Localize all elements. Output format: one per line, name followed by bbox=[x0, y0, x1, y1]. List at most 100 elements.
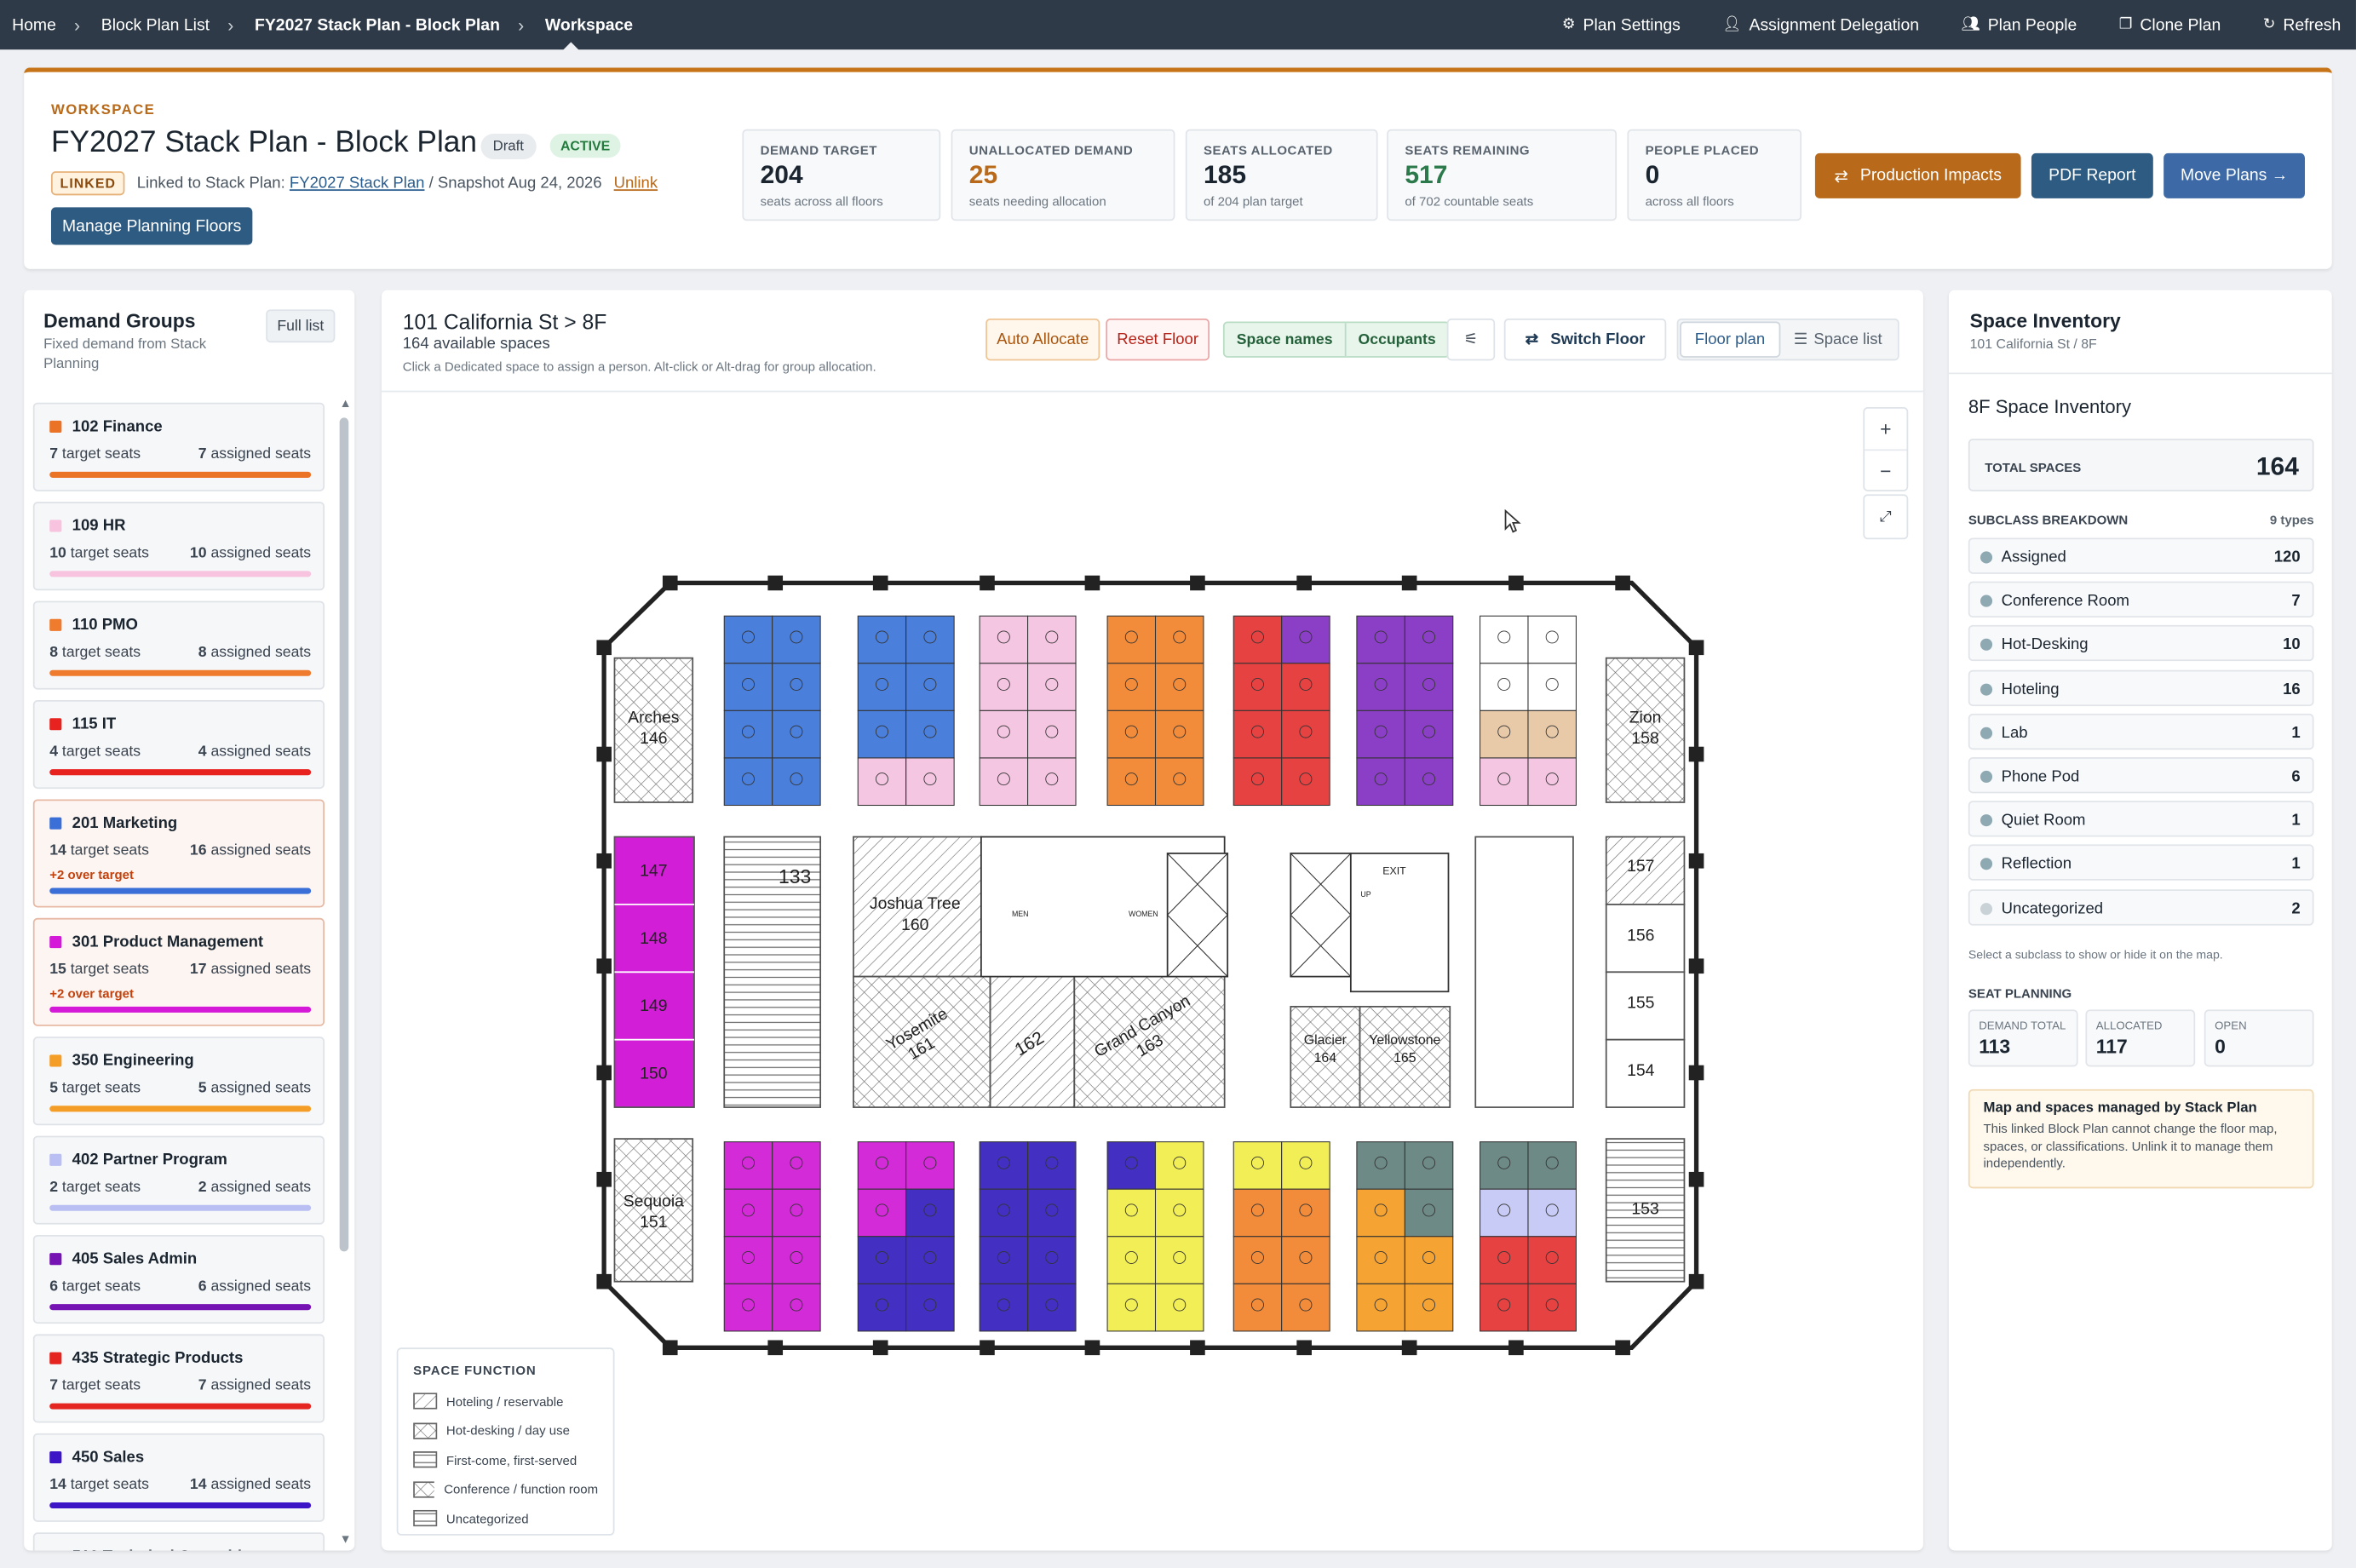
desk-cell[interactable] bbox=[1527, 1141, 1577, 1190]
floor-plan-tab[interactable]: Floor plan bbox=[1680, 321, 1780, 358]
desk-cell[interactable] bbox=[1233, 1236, 1283, 1284]
desk-cell[interactable] bbox=[1480, 1283, 1529, 1332]
demand-group-card[interactable]: 110 PMO 8 target seats 8 assigned seats bbox=[32, 600, 325, 690]
desk-cell[interactable] bbox=[979, 1141, 1029, 1190]
desk-cell[interactable] bbox=[1356, 1236, 1405, 1284]
desk-cell[interactable] bbox=[1356, 709, 1405, 759]
desk-cell[interactable] bbox=[1106, 1141, 1157, 1190]
desk-cell[interactable] bbox=[723, 615, 773, 664]
desk-cell[interactable] bbox=[1233, 663, 1283, 711]
desk-cell[interactable] bbox=[1527, 709, 1577, 759]
desk-cell[interactable] bbox=[1356, 615, 1405, 664]
desk-cell[interactable] bbox=[1527, 757, 1577, 807]
desk-cell[interactable] bbox=[1356, 1283, 1405, 1332]
auto-allocate-button[interactable]: Auto Allocate bbox=[985, 318, 1100, 361]
demand-group-card[interactable]: 301 Product Management 15 target seats 17 … bbox=[32, 917, 325, 1026]
space-list-tab[interactable]: ☰ Space list bbox=[1782, 320, 1894, 359]
desk-cell[interactable] bbox=[1480, 757, 1529, 807]
desk-cell[interactable] bbox=[1154, 1236, 1204, 1284]
desk-cell[interactable] bbox=[979, 663, 1029, 711]
desk-cell[interactable] bbox=[979, 1188, 1029, 1238]
desk-cell[interactable] bbox=[772, 757, 821, 807]
desk-cell[interactable] bbox=[1027, 1283, 1077, 1332]
desk-cell[interactable] bbox=[1106, 663, 1157, 711]
subclass-row[interactable]: Reflection 1 bbox=[1968, 844, 2314, 882]
desk-cell[interactable] bbox=[1154, 1283, 1204, 1332]
desk-cell[interactable] bbox=[857, 1236, 907, 1284]
desk-cell[interactable] bbox=[979, 1283, 1029, 1332]
desk-cell[interactable] bbox=[1281, 1236, 1330, 1284]
desk-cell[interactable] bbox=[723, 1236, 773, 1284]
zoom-in-button[interactable]: + bbox=[1865, 409, 1906, 450]
desk-cell[interactable] bbox=[1404, 757, 1454, 807]
desk-cell[interactable] bbox=[1404, 615, 1454, 664]
desk-cell[interactable] bbox=[1480, 663, 1529, 711]
desk-cell[interactable] bbox=[1106, 709, 1157, 759]
desk-cell[interactable] bbox=[1027, 709, 1077, 759]
desk-cell[interactable] bbox=[1356, 663, 1405, 711]
desk-cell[interactable] bbox=[1356, 1141, 1405, 1190]
desk-cell[interactable] bbox=[905, 663, 955, 711]
desk-cell[interactable] bbox=[1154, 709, 1204, 759]
desk-cell[interactable] bbox=[1527, 663, 1577, 711]
scroll-up-icon[interactable]: ▲ bbox=[340, 397, 352, 411]
desk-cell[interactable] bbox=[1106, 1188, 1157, 1238]
fit-to-screen-button[interactable]: ⤢ bbox=[1863, 494, 1909, 540]
plan-people-button[interactable]: 👥︎ Plan People bbox=[1961, 16, 2077, 34]
desk-cell[interactable] bbox=[979, 615, 1029, 664]
desk-cell[interactable] bbox=[1404, 1236, 1454, 1284]
demand-list-scrollbar[interactable] bbox=[339, 417, 349, 1252]
occupants-toggle[interactable]: Occupants bbox=[1344, 323, 1448, 357]
desk-cell[interactable] bbox=[1404, 709, 1454, 759]
subclass-row[interactable]: Uncategorized 2 bbox=[1968, 888, 2314, 925]
desk-cell[interactable] bbox=[1233, 1141, 1283, 1190]
desk-cell[interactable] bbox=[1154, 615, 1204, 664]
desk-cell[interactable] bbox=[1154, 663, 1204, 711]
demand-group-card[interactable]: 450 Sales 14 target seats 14 assigned seat… bbox=[32, 1433, 325, 1522]
desk-cell[interactable] bbox=[905, 709, 955, 759]
pdf-report-button[interactable]: PDF Report bbox=[2031, 152, 2153, 198]
desk-cell[interactable] bbox=[905, 615, 955, 664]
desk-cell[interactable] bbox=[723, 663, 773, 711]
desk-cell[interactable] bbox=[1233, 709, 1283, 759]
subclass-row[interactable]: Lab 1 bbox=[1968, 713, 2314, 750]
desk-cell[interactable] bbox=[1480, 1188, 1529, 1238]
desk-cell[interactable] bbox=[1027, 1141, 1077, 1190]
desk-cell[interactable] bbox=[1233, 757, 1283, 807]
plan-settings-button[interactable]: ⚙ Plan Settings bbox=[1562, 16, 1681, 34]
desk-cell[interactable] bbox=[1281, 663, 1330, 711]
desk-cell[interactable] bbox=[857, 615, 907, 664]
desk-cell[interactable] bbox=[857, 1283, 907, 1332]
desk-cell[interactable] bbox=[1106, 615, 1157, 664]
unlink-link[interactable]: Unlink bbox=[614, 175, 658, 192]
demand-group-card[interactable]: 402 Partner Program 2 target seats 2 assig… bbox=[32, 1135, 325, 1225]
desk-cell[interactable] bbox=[1480, 615, 1529, 664]
desk-cell[interactable] bbox=[857, 1141, 907, 1190]
desk-cell[interactable] bbox=[772, 1141, 821, 1190]
desk-cell[interactable] bbox=[1281, 615, 1330, 664]
desk-cell[interactable] bbox=[723, 757, 773, 807]
desk-cell[interactable] bbox=[1154, 1141, 1204, 1190]
desk-cell[interactable] bbox=[723, 1188, 773, 1238]
demand-group-card[interactable]: 350 Engineering 5 target seats 5 assigned … bbox=[32, 1037, 325, 1126]
desk-cell[interactable] bbox=[1106, 757, 1157, 807]
desk-cell[interactable] bbox=[1281, 1188, 1330, 1238]
desk-cell[interactable] bbox=[857, 663, 907, 711]
demand-group-card[interactable]: 115 IT 4 target seats 4 assigned seats bbox=[32, 700, 325, 790]
desk-cell[interactable] bbox=[723, 709, 773, 759]
desk-cell[interactable] bbox=[905, 1236, 955, 1284]
subclass-row[interactable]: Conference Room 7 bbox=[1968, 581, 2314, 618]
desk-cell[interactable] bbox=[979, 757, 1029, 807]
desk-cell[interactable] bbox=[979, 709, 1029, 759]
filter-button[interactable]: ⚟ bbox=[1446, 318, 1496, 361]
demand-group-card[interactable]: 405 Sales Admin 6 target seats 6 assigned … bbox=[32, 1235, 325, 1324]
desk-cell[interactable] bbox=[1027, 1236, 1077, 1284]
breadcrumb-home[interactable]: Home bbox=[12, 16, 56, 34]
breadcrumb-plan[interactable]: FY2027 Stack Plan - Block Plan bbox=[255, 16, 500, 34]
assignment-delegation-button[interactable]: 👤︎ Assignment Delegation bbox=[1722, 16, 1919, 34]
switch-floor-button[interactable]: ⇄ Switch Floor bbox=[1503, 318, 1667, 361]
zoom-out-button[interactable]: − bbox=[1865, 449, 1907, 490]
desk-cell[interactable] bbox=[772, 615, 821, 664]
subclass-row[interactable]: Hoteling 16 bbox=[1968, 669, 2314, 706]
desk-cell[interactable] bbox=[1281, 1141, 1330, 1190]
